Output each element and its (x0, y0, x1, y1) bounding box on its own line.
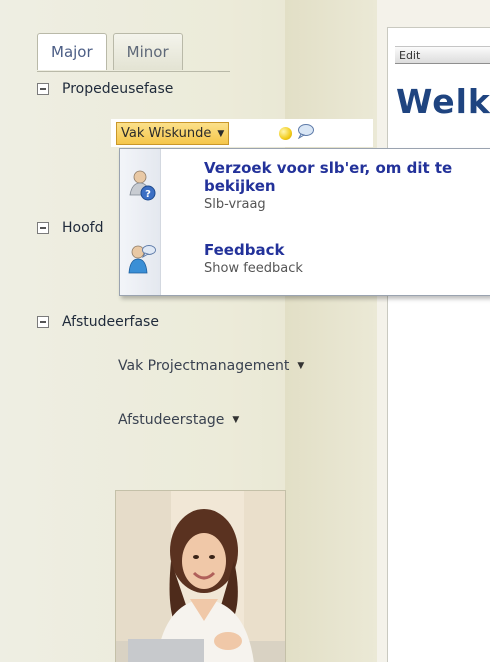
menu-item-subtitle: Show feedback (204, 261, 303, 276)
tab-bar: Major Minor (37, 33, 189, 71)
dropdown-caret-icon[interactable]: ▼ (217, 129, 224, 139)
page: Major Minor Propedeusefase Vak Wiskunde … (0, 0, 490, 662)
dropdown-caret-icon[interactable]: ▼ (232, 415, 239, 425)
sidebar-stripe (285, 0, 377, 662)
tree-node-propedeusefase[interactable]: Propedeusefase (37, 81, 173, 97)
menu-item-feedback[interactable]: Feedback Show feedback (120, 229, 490, 295)
svg-text:?: ? (145, 189, 151, 200)
tree-node-afstudeerfase[interactable]: Afstudeerfase (37, 314, 159, 330)
collapse-icon[interactable] (37, 83, 49, 95)
speech-bubble-icon[interactable] (296, 123, 314, 139)
edit-toolbar[interactable]: Edit (395, 46, 490, 64)
course-vak-wiskunde[interactable]: Vak Wiskunde ▼ (116, 122, 230, 145)
status-dot-icon (279, 127, 292, 140)
course-label: Vak Wiskunde (121, 126, 212, 141)
menu-item-title: Verzoek voor slb'er, om dit te (204, 159, 453, 177)
course-afstudeerstage[interactable]: Afstudeerstage ▼ (118, 412, 239, 428)
page-heading: Welk (396, 82, 490, 121)
profile-photo (115, 490, 286, 662)
context-menu: ? Verzoek voor slb'er, om dit te bekijke… (119, 148, 490, 296)
menu-item-title-continued: bekijken (204, 177, 276, 195)
tree-node-hoofdfase[interactable]: Hoofd (37, 220, 103, 236)
tab-divider (37, 71, 230, 72)
menu-item-slb-request[interactable]: ? Verzoek voor slb'er, om dit te bekijke… (120, 149, 490, 229)
tab-major[interactable]: Major (37, 33, 107, 70)
dropdown-caret-icon[interactable]: ▼ (297, 361, 304, 371)
tree-node-label: Hoofd (62, 220, 104, 236)
tree-node-label: Afstudeerfase (62, 314, 159, 330)
tab-minor[interactable]: Minor (112, 33, 183, 70)
person-photo-image (116, 491, 285, 662)
user-feedback-icon (128, 245, 156, 274)
user-help-icon: ? (129, 170, 156, 201)
course-vak-projectmanagement[interactable]: Vak Projectmanagement ▼ (118, 358, 304, 374)
tree-node-label: Propedeusefase (62, 81, 174, 97)
collapse-icon[interactable] (37, 222, 49, 234)
course-label: Vak Projectmanagement (118, 358, 290, 374)
menu-item-title: Feedback (204, 241, 285, 259)
content-pane (387, 27, 490, 662)
menu-item-subtitle: Slb-vraag (204, 197, 266, 212)
course-label: Afstudeerstage (118, 412, 225, 428)
edit-link[interactable]: Edit (399, 49, 420, 62)
collapse-icon[interactable] (37, 316, 49, 328)
